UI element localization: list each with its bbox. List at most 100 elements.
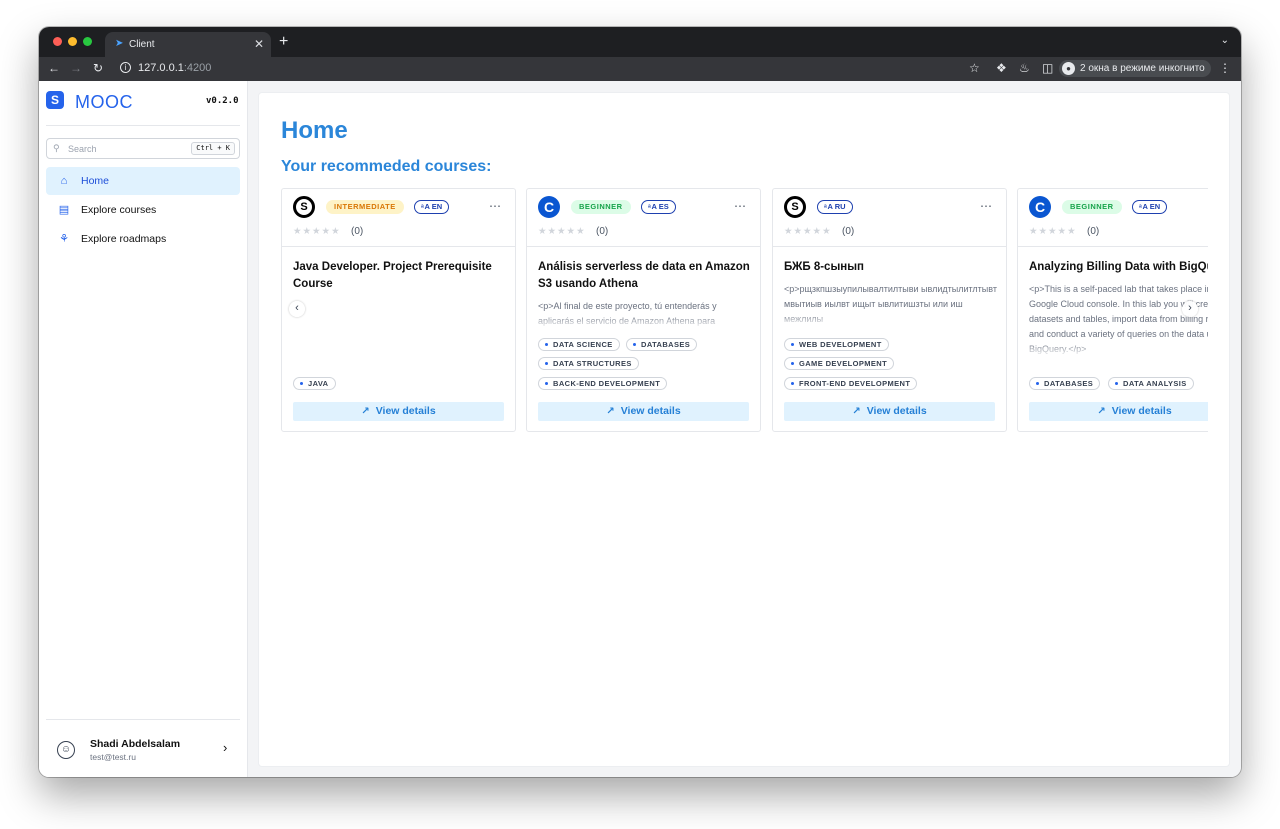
rating-count: (0) bbox=[1087, 226, 1100, 237]
language-badge: ᵃ A ES bbox=[641, 200, 676, 214]
course-card[interactable]: S INTERMEDIATE ᵃ A EN ⋯ ★★★★★ (0) Java D… bbox=[281, 188, 516, 432]
mooc-logo-icon[interactable]: S bbox=[46, 91, 64, 109]
level-badge: BEGINNER bbox=[1062, 200, 1122, 214]
incognito-indicator[interactable]: ● 2 окна в режиме инкогнито bbox=[1059, 60, 1211, 77]
search-box[interactable]: ⚲ Ctrl + K bbox=[46, 138, 240, 159]
sidebar-item-explore-courses[interactable]: ▤ Explore courses bbox=[46, 196, 240, 224]
language-badge: ᵃ A EN bbox=[1132, 200, 1168, 214]
chevron-right-icon[interactable]: › bbox=[223, 741, 227, 755]
topic-tag[interactable]: DATA ANALYSIS bbox=[1108, 377, 1194, 390]
course-card-header: C BEGINNER ᵃ A ES ⋯ ★★★★★ (0) bbox=[527, 189, 760, 247]
course-card-header: S INTERMEDIATE ᵃ A EN ⋯ ★★★★★ (0) bbox=[282, 189, 515, 247]
translate-icon: ᵃ A bbox=[421, 202, 432, 211]
close-window-button[interactable] bbox=[53, 37, 62, 46]
course-title[interactable]: Analyzing Billing Data with BigQuery bbox=[1029, 259, 1208, 276]
topic-tag[interactable]: DATA STRUCTURES bbox=[538, 357, 639, 370]
udemy-logo-icon: S bbox=[293, 196, 315, 218]
courses-icon: ▤ bbox=[58, 204, 70, 216]
reload-icon[interactable]: ↻ bbox=[93, 61, 103, 75]
course-description: <p>рщзкпшзыупилывалтилтыви ывлидтылитлты… bbox=[784, 282, 999, 327]
bookmark-star-icon[interactable]: ☆ bbox=[969, 61, 980, 75]
incognito-icon: ● bbox=[1062, 62, 1075, 75]
course-description: <p>This is a self-paced lab that takes p… bbox=[1029, 282, 1208, 357]
course-title[interactable]: БЖБ 8-сынып bbox=[784, 259, 999, 276]
close-tab-icon[interactable]: ✕ bbox=[254, 37, 264, 51]
page-title: Home bbox=[281, 117, 348, 144]
external-link-icon: ↗ bbox=[361, 406, 370, 417]
forward-arrow-icon[interactable]: → bbox=[70, 61, 82, 75]
url-text[interactable]: 127.0.0.1:4200 bbox=[138, 62, 211, 75]
app: S MOOC v0.2.0 ⚲ Ctrl + K ⌂ Home ▤ Explor… bbox=[39, 81, 1241, 777]
external-link-icon: ↗ bbox=[852, 406, 861, 417]
topic-tag[interactable]: DATABASES bbox=[626, 338, 698, 351]
carousel-prev-button[interactable]: ‹ bbox=[289, 301, 305, 317]
media-control-icon[interactable]: ♨ bbox=[1019, 61, 1030, 75]
section-title: Your recommeded courses: bbox=[281, 158, 492, 175]
more-options-icon[interactable]: ⋯ bbox=[734, 199, 747, 213]
maximize-window-button[interactable] bbox=[83, 37, 92, 46]
level-badge: BEGINNER bbox=[571, 200, 631, 214]
view-details-button[interactable]: ↗ View details bbox=[1029, 402, 1208, 421]
sidebar-item-explore-roadmaps[interactable]: ⚘ Explore roadmaps bbox=[46, 225, 240, 253]
sidebar-divider bbox=[46, 719, 240, 720]
browser-menu-icon[interactable]: ⋮ bbox=[1219, 61, 1231, 75]
search-input[interactable] bbox=[68, 142, 188, 156]
rating-count: (0) bbox=[596, 226, 609, 237]
more-options-icon[interactable]: ⋯ bbox=[489, 199, 502, 213]
view-details-button[interactable]: ↗ View details bbox=[293, 402, 504, 421]
back-arrow-icon[interactable]: ← bbox=[48, 61, 60, 75]
view-details-button[interactable]: ↗ View details bbox=[784, 402, 995, 421]
side-panel-icon[interactable]: ◫ bbox=[1042, 61, 1053, 75]
sidebar: S MOOC v0.2.0 ⚲ Ctrl + K ⌂ Home ▤ Explor… bbox=[39, 81, 248, 777]
more-options-icon[interactable]: ⋯ bbox=[980, 199, 993, 213]
topic-tag[interactable]: WEB DEVELOPMENT bbox=[784, 338, 889, 351]
roadmap-icon: ⚘ bbox=[59, 233, 69, 245]
minimize-window-button[interactable] bbox=[68, 37, 77, 46]
user-profile[interactable]: ☺ Shadi Abdelsalam test@test.ru › bbox=[39, 731, 248, 777]
user-name: Shadi Abdelsalam bbox=[90, 738, 181, 750]
topic-tag[interactable]: FRONT-END DEVELOPMENT bbox=[784, 377, 918, 390]
translate-icon: ᵃ A bbox=[824, 202, 835, 211]
angular-icon: ➤ bbox=[115, 38, 124, 49]
user-email: test@test.ru bbox=[90, 752, 136, 762]
search-shortcut-badge: Ctrl + K bbox=[191, 142, 235, 155]
sidebar-item-label: Explore roadmaps bbox=[81, 233, 167, 245]
new-tab-icon[interactable]: + bbox=[279, 33, 288, 51]
search-icon: ⚲ bbox=[53, 143, 60, 153]
course-description: <p>Al final de este proyecto, tú entende… bbox=[538, 299, 753, 329]
star-rating: ★★★★★ bbox=[293, 226, 341, 237]
topic-tag[interactable]: GAME DEVELOPMENT bbox=[784, 357, 895, 370]
course-carousel: S INTERMEDIATE ᵃ A EN ⋯ ★★★★★ (0) Java D… bbox=[281, 188, 1208, 432]
star-rating: ★★★★★ bbox=[784, 226, 832, 237]
external-link-icon: ↗ bbox=[1097, 406, 1106, 417]
tab-title: Client bbox=[129, 39, 155, 50]
view-details-button[interactable]: ↗ View details bbox=[538, 402, 749, 421]
star-rating: ★★★★★ bbox=[1029, 226, 1077, 237]
address-bar[interactable]: i 127.0.0.1:4200 bbox=[115, 59, 995, 78]
sidebar-item-label: Home bbox=[81, 175, 110, 187]
coursera-logo-icon: C bbox=[1029, 196, 1051, 218]
home-icon: ⌂ bbox=[60, 175, 68, 187]
topic-tag[interactable]: DATA SCIENCE bbox=[538, 338, 620, 351]
udemy-logo-icon: S bbox=[784, 196, 806, 218]
topic-tag[interactable]: JAVA bbox=[293, 377, 336, 390]
browser-tab[interactable]: ➤ Client ✕ bbox=[105, 32, 271, 57]
brand-name[interactable]: MOOC bbox=[75, 92, 133, 112]
site-info-icon[interactable]: i bbox=[120, 62, 131, 73]
course-card[interactable]: C BEGINNER ᵃ A EN ★★★★★ (0) Analyzing Bi… bbox=[1017, 188, 1208, 432]
topic-tag[interactable]: DATABASES bbox=[1029, 377, 1101, 390]
translate-icon: ᵃ A bbox=[648, 202, 659, 211]
sidebar-item-home[interactable]: ⌂ Home bbox=[46, 167, 240, 195]
version-label: v0.2.0 bbox=[206, 96, 239, 106]
main-content: Home Your recommeded courses: S INTERMED… bbox=[259, 93, 1229, 766]
level-badge: INTERMEDIATE bbox=[326, 200, 404, 214]
tab-search-chevron-icon[interactable]: ⌄ bbox=[1221, 35, 1229, 46]
topic-tag[interactable]: BACK-END DEVELOPMENT bbox=[538, 377, 668, 390]
extensions-puzzle-icon[interactable]: ❖ bbox=[996, 61, 1007, 75]
course-card[interactable]: S ᵃ A RU ⋯ ★★★★★ (0) БЖБ 8-сынып <p>рщзк… bbox=[772, 188, 1007, 432]
course-card[interactable]: C BEGINNER ᵃ A ES ⋯ ★★★★★ (0) Análisis s… bbox=[526, 188, 761, 432]
external-link-icon: ↗ bbox=[606, 406, 615, 417]
course-title[interactable]: Java Developer. Project Prerequisite Cou… bbox=[293, 259, 508, 293]
carousel-next-button[interactable]: › bbox=[1182, 301, 1198, 317]
course-title[interactable]: Análisis serverless de data en Amazon S3… bbox=[538, 259, 753, 293]
